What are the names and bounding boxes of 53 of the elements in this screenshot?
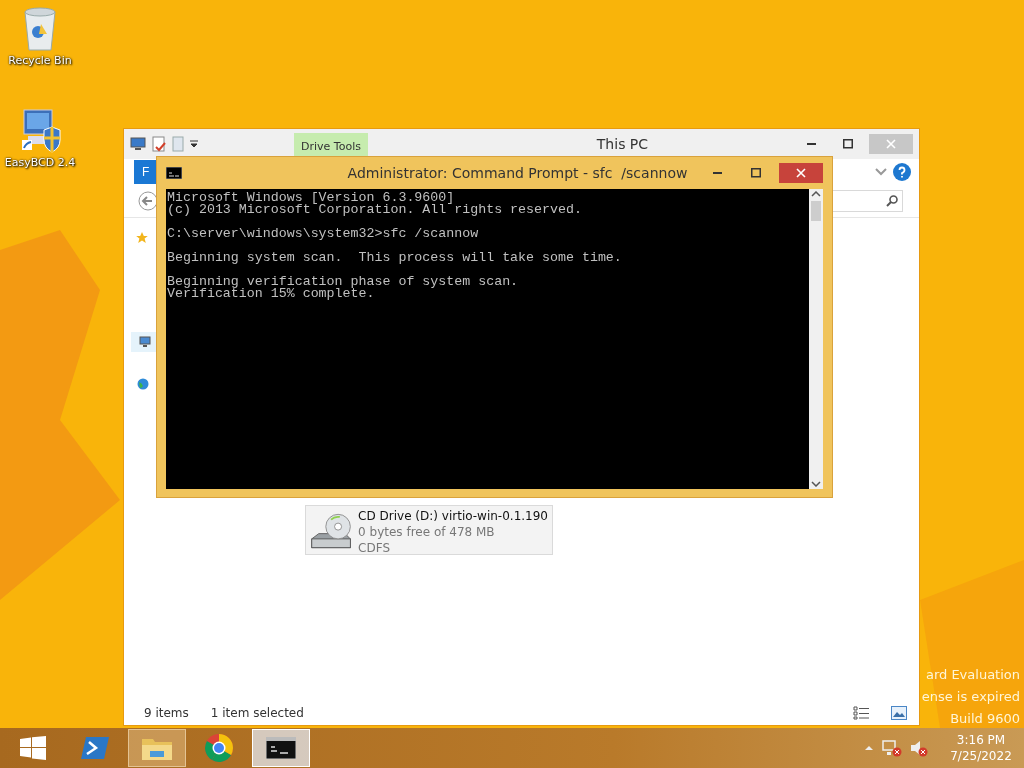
drive-tile[interactable]: CD Drive (D:) virtio-win-0.1.190 0 bytes free of 478 MB CDFS [305,505,553,555]
minimize-icon [807,142,817,146]
edition-notice: ard Evaluation [925,666,1020,684]
drive-space: 0 bytes free of 478 MB [358,524,496,540]
scroll-down-icon[interactable] [811,481,821,487]
console-line: Beginning verification phase of system scan. [167,276,520,288]
speaker-muted-icon[interactable] [910,739,928,757]
large-icons-view-icon[interactable] [891,706,907,720]
scroll-up-icon[interactable] [811,191,821,197]
console-window-icon [266,737,296,759]
chevron-icon[interactable] [875,168,887,176]
globe-icon[interactable] [137,378,149,390]
console-line: Microsoft Windows [Version 6.3.9600] [167,192,456,204]
drive-name: CD Drive (D:) virtio-win-0.1.190 [358,508,548,524]
dropdown-icon[interactable] [190,140,198,148]
details-view-icon[interactable] [853,706,869,720]
star-icon[interactable] [136,232,148,244]
edition-notice: ense is expired [921,688,1020,706]
edition-notice: Build 9600 [950,710,1020,728]
close-button[interactable] [779,163,823,183]
console-window-icon [166,167,182,179]
item-count: 9 items [144,706,189,720]
maximize-icon [751,168,761,178]
window-title: Administrator: Command Prompt - sfc /scannow [346,165,689,181]
network-error-icon[interactable] [882,739,902,757]
search-icon [886,195,898,207]
console-line: Verification 15% complete. [167,288,375,300]
minimize-icon [713,171,723,175]
nav-item[interactable] [131,332,159,352]
chrome-logo-icon [204,733,234,763]
console-line: (c) 2013 Microsoft Corporation. All rights reserved. [167,204,583,216]
computer-icon [139,336,151,348]
console-line: Beginning system scan. This process will take some time. [167,252,623,264]
windows-logo-icon [20,736,46,760]
window-title: This PC [595,136,650,152]
file-tab[interactable]: F [134,160,158,184]
computer-icon [130,137,146,151]
terminal-prompt-icon [81,737,109,759]
close-icon [796,168,806,178]
help-icon[interactable] [893,163,911,181]
console-line: C:\server\windows\system32>sfc /scannow [167,228,480,240]
clock[interactable]: 3:16 PM 7/25/2022 [946,732,1016,764]
properties-icon [152,136,166,152]
close-icon [886,139,896,149]
drive-filesystem: CDFS [358,540,392,556]
maximize-icon [843,139,853,149]
scrollbar[interactable] [809,189,823,489]
context-tab[interactable]: Drive Tools [294,133,368,159]
recycle-bin-icon [23,6,57,52]
chevron-up-icon[interactable] [864,745,874,751]
folder-icon [172,136,184,152]
scroll-thumb[interactable] [811,201,821,221]
selection-count: 1 item selected [210,706,304,720]
